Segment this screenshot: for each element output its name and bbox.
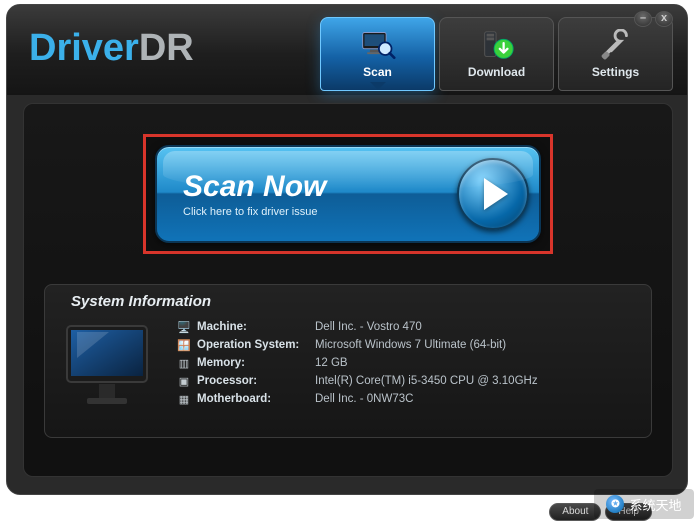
watermark: ✪ 系统天地 [594,489,694,519]
spec-label: Machine: [197,321,315,333]
spec-value: 12 GB [315,357,637,369]
os-icon: 🪟 [175,338,193,352]
monitor-magnifier-icon [360,29,396,63]
machine-icon: 🖥️ [175,320,193,334]
close-button[interactable]: x [655,11,673,27]
minimize-button[interactable]: – [634,11,652,27]
tab-scan[interactable]: Scan [320,17,435,91]
tools-icon [598,29,634,63]
spec-label: Motherboard: [197,393,315,405]
scan-highlight-frame: Scan Now Click here to fix driver issue [143,134,553,254]
scan-button-title: Scan Now [183,170,457,204]
spec-row-motherboard: ▦ Motherboard: Dell Inc. - 0NW73C [175,390,637,408]
logo-part-driver: Driver [29,27,139,69]
watermark-globe-icon: ✪ [606,495,624,513]
tab-download[interactable]: Download [439,17,554,91]
tab-settings[interactable]: Settings [558,17,673,91]
app-logo: DriverDR [29,27,194,70]
specs-list: 🖥️ Machine: Dell Inc. - Vostro 470 🪟 Ope… [175,318,637,408]
header: DriverDR Scan [7,5,687,95]
window-controls: – x [634,11,673,27]
spec-value: Microsoft Windows 7 Ultimate (64-bit) [315,339,637,351]
spec-value: Dell Inc. - Vostro 470 [315,321,637,333]
spec-row-processor: ▣ Processor: Intel(R) Core(TM) i5-3450 C… [175,372,637,390]
spec-label: Processor: [197,375,315,387]
tab-bar: Scan Download [320,17,673,91]
processor-icon: ▣ [175,374,193,388]
motherboard-icon: ▦ [175,392,193,406]
spec-row-os: 🪟 Operation System: Microsoft Windows 7 … [175,336,637,354]
scan-button-text: Scan Now Click here to fix driver issue [183,170,457,218]
tab-download-label: Download [468,65,525,79]
system-information-title: System Information [71,293,637,310]
app-window: – x DriverDR Scan [6,4,688,495]
spec-label: Operation System: [197,339,315,351]
spec-label: Memory: [197,357,315,369]
logo-part-dr: DR [139,27,194,69]
memory-icon: ▥ [175,356,193,370]
play-arrow-icon [457,158,529,230]
tab-scan-label: Scan [363,65,392,79]
download-icon [479,29,515,63]
spec-row-memory: ▥ Memory: 12 GB [175,354,637,372]
system-information-panel: System Information [44,284,652,438]
watermark-text: 系统天地 [629,495,681,514]
spec-row-machine: 🖥️ Machine: Dell Inc. - Vostro 470 [175,318,637,336]
content-panel: Scan Now Click here to fix driver issue … [23,103,673,477]
scan-button-subtitle: Click here to fix driver issue [183,206,457,218]
tab-settings-label: Settings [592,65,639,79]
scan-now-button[interactable]: Scan Now Click here to fix driver issue [155,145,541,243]
computer-monitor-icon [59,318,159,423]
spec-value: Dell Inc. - 0NW73C [315,393,637,405]
spec-value: Intel(R) Core(TM) i5-3450 CPU @ 3.10GHz [315,375,637,387]
